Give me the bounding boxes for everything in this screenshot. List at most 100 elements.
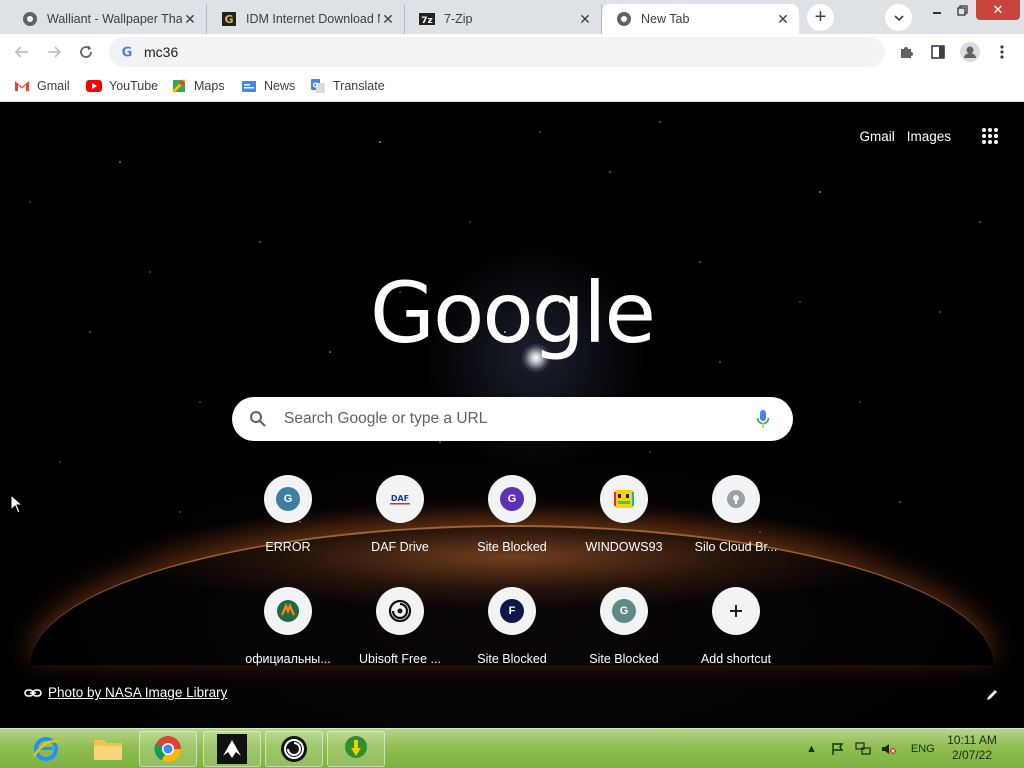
shortcut-tile[interactable]: F Site Blocked	[456, 587, 568, 697]
bookmark-label: Translate	[333, 79, 385, 93]
omnibox-input[interactable]: mc36	[144, 44, 178, 60]
tab-idm[interactable]: G IDM Internet Download M ✕	[207, 4, 405, 34]
shortcut-tile[interactable]: G ERROR	[232, 475, 344, 585]
tab-walliant[interactable]: Walliant - Wallpaper That ✕	[8, 4, 207, 34]
photo-credit-link[interactable]: Photo by NASA Image Library	[24, 685, 227, 700]
silo-icon	[727, 490, 745, 508]
ntp-search-box[interactable]: Search Google or type a URL	[232, 397, 793, 441]
profile-button[interactable]	[956, 38, 984, 66]
side-panel-button[interactable]	[924, 38, 952, 66]
maps-icon	[171, 78, 187, 94]
shortcut-label: официальны...	[245, 652, 331, 666]
shortcut-tile[interactable]: официальны...	[232, 587, 344, 697]
bookmark-translate[interactable]: G Translate	[310, 76, 385, 96]
kebab-menu-icon	[1000, 45, 1004, 59]
bookmarks-bar: Gmail YouTube Maps News G Translate	[0, 70, 1024, 102]
alibaba-icon	[277, 600, 299, 622]
f-favicon-icon: F	[500, 599, 524, 623]
side-panel-icon	[931, 45, 945, 59]
ubisoft-icon	[388, 599, 412, 623]
folder-icon	[94, 740, 122, 760]
shortcut-label: Ubisoft Free ...	[359, 652, 441, 666]
menu-button[interactable]	[988, 38, 1016, 66]
close-icon[interactable]: ✕	[577, 11, 593, 27]
taskbar-ubisoft[interactable]	[265, 731, 323, 767]
shortcut-label: Site Blocked	[477, 652, 547, 666]
close-icon[interactable]: ✕	[775, 11, 791, 27]
news-icon	[241, 78, 257, 94]
back-button[interactable]	[8, 38, 36, 66]
plus-icon	[730, 605, 742, 617]
customize-button[interactable]	[982, 685, 1002, 705]
taskbar-inkscape[interactable]	[203, 731, 261, 767]
close-icon: ✕	[992, 2, 1004, 17]
shortcut-tile[interactable]: WINDOWS93	[568, 475, 680, 585]
ubisoft-icon	[281, 736, 307, 762]
tab-title: IDM Internet Download M	[246, 12, 380, 26]
language-indicator[interactable]: ENG	[911, 743, 935, 755]
extensions-button[interactable]	[892, 38, 920, 66]
omnibox[interactable]: G mc36	[109, 37, 885, 67]
shortcut-icon-circle: G	[600, 587, 648, 635]
restore-button[interactable]	[950, 0, 974, 20]
ie-icon	[32, 737, 59, 761]
shortcut-tile[interactable]: Ubisoft Free ...	[344, 587, 456, 697]
shortcut-tile[interactable]: Silo Cloud Br...	[680, 475, 792, 585]
new-tab-button[interactable]: +	[807, 4, 834, 31]
microphone-icon	[756, 410, 770, 428]
shortcut-label: Site Blocked	[589, 652, 659, 666]
tab-search-button[interactable]	[885, 4, 912, 31]
inkscape-icon	[217, 734, 247, 764]
tab-strip: Walliant - Wallpaper That ✕ G IDM Intern…	[0, 0, 1024, 34]
tab-title: Walliant - Wallpaper That	[47, 12, 182, 26]
photo-credit-text: Photo by NASA Image Library	[48, 685, 228, 700]
taskbar-clock[interactable]: 10:11 AM 2/07/22	[940, 733, 1004, 763]
shortcut-label: ERROR	[265, 540, 311, 554]
close-window-button[interactable]: ✕	[976, 0, 1020, 20]
ntp-top-links: Gmail Images	[859, 126, 1024, 146]
close-icon[interactable]: ✕	[380, 11, 396, 27]
new-tab-page: Gmail Images Google Search Google or typ…	[0, 102, 1024, 728]
tab-new-tab[interactable]: New Tab ✕	[602, 4, 799, 34]
windows-taskbar: ▲ ENG 10:11 AM 2/07/22	[0, 728, 1024, 768]
search-input[interactable]: Search Google or type a URL	[284, 410, 733, 428]
flag-icon[interactable]	[831, 742, 845, 756]
close-icon[interactable]: ✕	[182, 11, 198, 27]
google-apps-button[interactable]	[973, 119, 1007, 153]
apps-grid-icon	[982, 128, 998, 144]
bookmark-news[interactable]: News	[241, 76, 295, 96]
network-icon[interactable]	[855, 742, 871, 756]
tab-7zip[interactable]: 7z 7-Zip ✕	[405, 4, 602, 34]
add-shortcut-tile[interactable]: Add shortcut	[680, 587, 792, 697]
taskbar-chrome[interactable]	[139, 731, 197, 767]
bookmark-label: YouTube	[109, 79, 159, 93]
chevron-up-icon[interactable]: ▲	[806, 743, 817, 755]
minimize-button[interactable]	[924, 0, 950, 20]
idm-icon	[345, 736, 367, 758]
bookmark-gmail[interactable]: Gmail	[14, 76, 70, 96]
taskbar-ie[interactable]	[17, 731, 75, 767]
chrome-icon	[22, 11, 38, 27]
forward-button[interactable]	[40, 38, 68, 66]
g-favicon-icon: G	[612, 599, 636, 623]
shortcut-icon-circle	[376, 587, 424, 635]
volume-muted-icon[interactable]	[881, 742, 897, 756]
reload-button[interactable]	[72, 38, 100, 66]
voice-search-button[interactable]	[733, 409, 793, 429]
images-link[interactable]: Images	[907, 129, 951, 144]
shortcut-icon-circle	[712, 587, 760, 635]
bookmark-youtube[interactable]: YouTube	[86, 76, 158, 96]
shortcut-tile[interactable]: G Site Blocked	[456, 475, 568, 585]
plus-icon: +	[814, 6, 827, 28]
shortcut-tile[interactable]: DAF DAF Drive	[344, 475, 456, 585]
shortcut-tile[interactable]: G Site Blocked	[568, 587, 680, 697]
g-favicon-icon: G	[500, 487, 524, 511]
shortcut-icon-circle: G	[264, 475, 312, 523]
clock-time: 10:11 AM	[947, 733, 997, 747]
taskbar-explorer[interactable]	[79, 731, 137, 767]
gmail-link[interactable]: Gmail	[859, 129, 894, 144]
back-arrow-icon	[14, 46, 28, 58]
shortcut-icon-circle	[600, 475, 648, 523]
bookmark-maps[interactable]: Maps	[171, 76, 225, 96]
taskbar-idm[interactable]	[327, 731, 385, 767]
